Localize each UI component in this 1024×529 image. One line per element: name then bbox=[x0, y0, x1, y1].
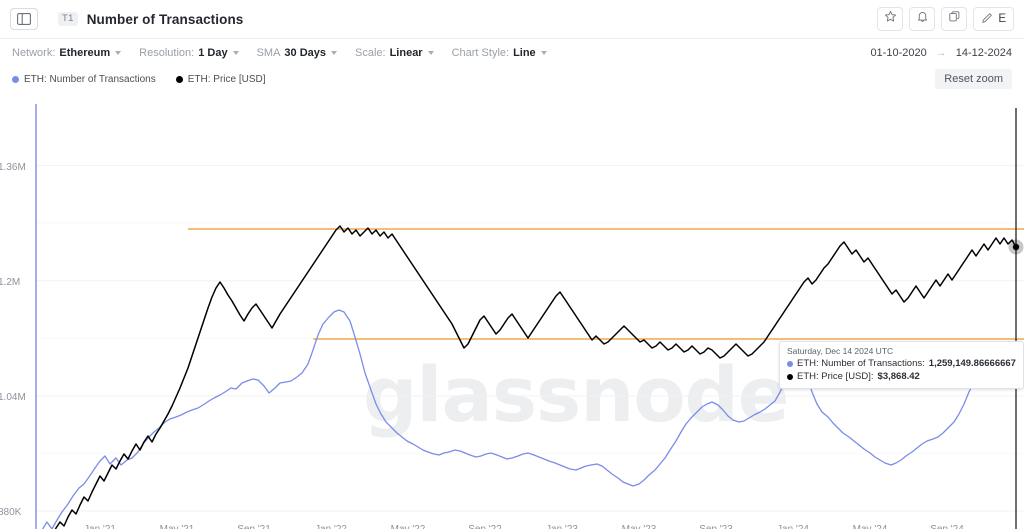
marker-point-0 bbox=[1012, 243, 1020, 251]
chart-plot[interactable] bbox=[0, 92, 1024, 529]
sidebar-panel-icon bbox=[17, 13, 31, 25]
panel-toggle-button[interactable] bbox=[10, 8, 38, 30]
chart-tooltip: Saturday, Dec 14 2024 UTC ETH: Number of… bbox=[779, 341, 1024, 390]
chevron-down-icon bbox=[331, 50, 337, 55]
legend-item-0[interactable]: ETH: Number of Transactions bbox=[12, 74, 156, 85]
x-axis-tick-6: Jan '23 bbox=[546, 524, 578, 529]
chevron-down-icon bbox=[115, 50, 122, 55]
pencil-icon bbox=[981, 12, 993, 27]
top-bar-actions: E bbox=[877, 7, 1014, 31]
x-axis-tick-11: Sep '24 bbox=[930, 524, 964, 529]
tier-badge: T1 bbox=[58, 12, 78, 26]
control-network-value: Ethereum bbox=[59, 46, 111, 59]
control-scale-label: Scale: bbox=[355, 46, 386, 59]
edit-button-label: E bbox=[998, 13, 1006, 25]
y-axis-tick-1: 1.04M bbox=[0, 387, 60, 405]
date-range-separator: → bbox=[935, 46, 947, 59]
y-axis-tick-label: 1.04M bbox=[0, 391, 26, 403]
legend-item-label: ETH: Price [USD] bbox=[187, 73, 266, 85]
y-axis-tick-label: 1.2M bbox=[0, 276, 21, 288]
reset-zoom-button[interactable]: Reset zoom bbox=[935, 69, 1012, 89]
control-chart-style-value: Line bbox=[513, 46, 536, 59]
controls-bar: Network: Ethereum Resolution: 1 Day SMA 30 Da… bbox=[0, 39, 1024, 66]
date-range-end[interactable]: 14-12-2024 bbox=[956, 47, 1012, 59]
y-axis-tick-label: 880K bbox=[0, 507, 22, 518]
star-icon bbox=[884, 10, 897, 28]
legend-item-label: ETH: Number of Transactions bbox=[24, 73, 156, 85]
tooltip-series-label: ETH: Price [USD]: bbox=[797, 370, 874, 382]
tooltip-series-label: ETH: Number of Transactions: bbox=[797, 358, 925, 370]
control-scale[interactable]: Scale: Linear bbox=[355, 47, 434, 59]
tooltip-series-value: 1,259,149.86666667 bbox=[928, 358, 1016, 370]
y-axis-tick-2: 1.2M bbox=[0, 272, 54, 290]
control-scale-value: Linear bbox=[389, 46, 423, 59]
bell-icon bbox=[916, 10, 929, 28]
edit-button[interactable]: E bbox=[973, 7, 1014, 31]
x-axis-tick-0: Jan '21 bbox=[84, 524, 116, 529]
y-axis-tick-0: 880K bbox=[0, 502, 55, 520]
tooltip-series-value: $3,868.42 bbox=[877, 370, 920, 382]
chevron-down-icon bbox=[232, 50, 239, 55]
tooltip-rows: ETH: Number of Transactions: 1,259,149.86… bbox=[787, 358, 1016, 383]
control-chart-style-label: Chart Style: bbox=[451, 46, 510, 59]
favorite-button[interactable] bbox=[877, 7, 904, 31]
control-sma[interactable]: SMA 30 Days bbox=[257, 47, 337, 59]
legend-item-1[interactable]: ETH: Price [USD] bbox=[175, 73, 266, 85]
y-axis-tick-label: 1.36M bbox=[0, 161, 26, 173]
legend-color-dot bbox=[12, 75, 19, 83]
tooltip-series-dot bbox=[787, 361, 793, 368]
tooltip-row-0: ETH: Number of Transactions: 1,259,149.86… bbox=[787, 358, 1016, 371]
control-resolution-label: Resolution: bbox=[139, 46, 195, 59]
legend-color-dot bbox=[175, 75, 183, 83]
control-resolution[interactable]: Resolution: 1 Day bbox=[139, 46, 239, 59]
x-axis-tick-9: Jan '24 bbox=[777, 524, 809, 529]
date-range-picker: 01-10-2020 → 14-12-2024 bbox=[870, 47, 1012, 59]
x-axis-tick-4: May '22 bbox=[391, 524, 426, 529]
tooltip-series-dot bbox=[787, 374, 793, 381]
page-title: Number of Transactions bbox=[86, 11, 244, 27]
x-axis-tick-3: Jan '22 bbox=[315, 524, 347, 529]
duplicate-button[interactable] bbox=[941, 7, 968, 31]
tooltip-row-1: ETH: Price [USD]: $3,868.42 bbox=[787, 371, 1016, 384]
chevron-down-icon bbox=[540, 50, 547, 55]
y-axis-tick-3: 1.36M bbox=[0, 157, 60, 175]
chart-area[interactable]: glassnode 880K1.04M1.2M1.36M Jan '21May … bbox=[0, 92, 1024, 529]
date-range-start[interactable]: 01-10-2020 bbox=[870, 47, 926, 59]
control-network[interactable]: Network: Ethereum bbox=[12, 46, 122, 59]
control-sma-label: SMA bbox=[256, 46, 281, 59]
control-network-label: Network: bbox=[12, 46, 56, 59]
legend-bar: ETH: Number of Transactions ETH: Price [U… bbox=[0, 66, 1024, 92]
control-sma-value: 30 Days bbox=[284, 46, 326, 59]
copy-icon bbox=[948, 10, 961, 28]
control-chart-style[interactable]: Chart Style: Line bbox=[452, 47, 547, 59]
x-axis-tick-7: May '23 bbox=[622, 524, 657, 529]
tooltip-date: Saturday, Dec 14 2024 UTC bbox=[787, 346, 894, 356]
control-resolution-value: 1 Day bbox=[198, 46, 228, 59]
x-axis-tick-10: May '24 bbox=[853, 524, 888, 529]
alerts-button[interactable] bbox=[909, 7, 936, 31]
x-axis-tick-1: May '21 bbox=[160, 524, 195, 529]
x-axis-tick-5: Sep '22 bbox=[468, 524, 502, 529]
x-axis-tick-2: Sep '21 bbox=[237, 524, 271, 529]
top-bar: T1 Number of Transactions E bbox=[0, 0, 1024, 39]
x-axis-tick-8: Sep '23 bbox=[699, 524, 733, 529]
chevron-down-icon bbox=[427, 50, 434, 55]
